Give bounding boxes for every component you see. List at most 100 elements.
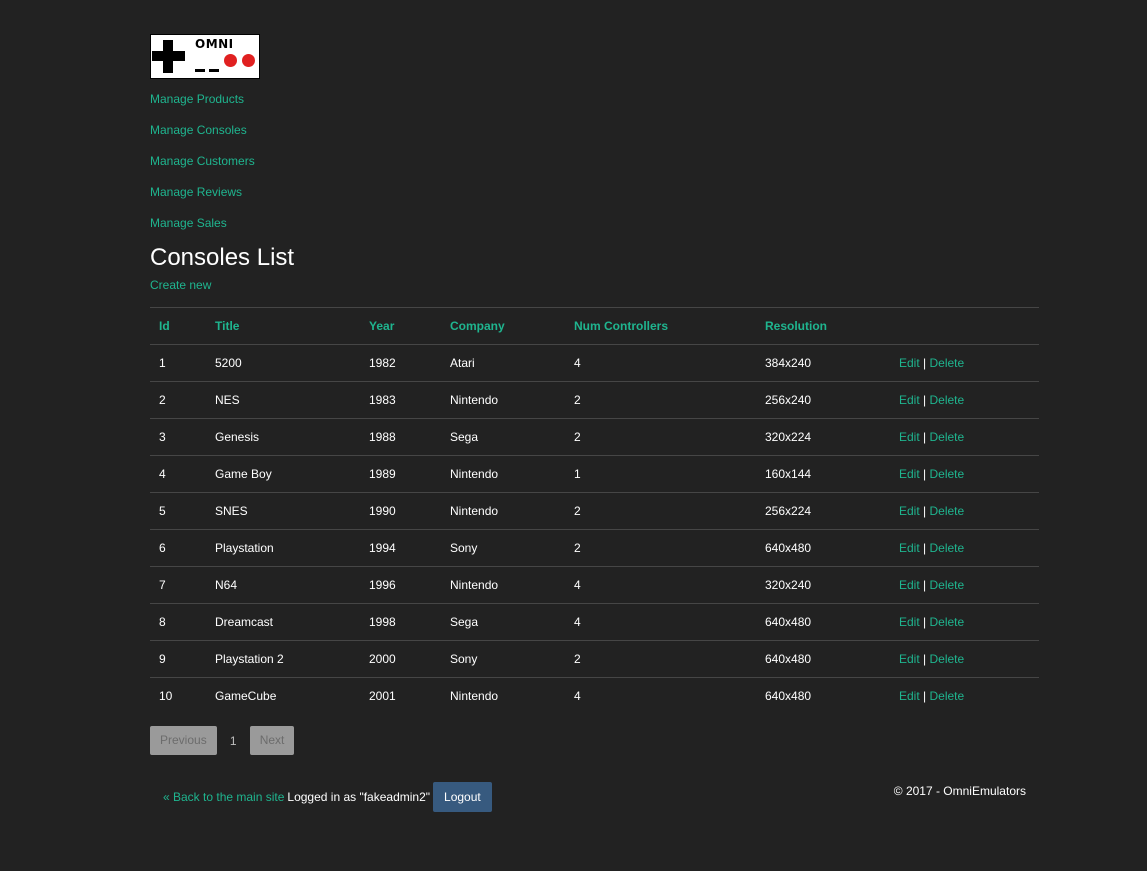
column-header-id[interactable]: Id [150,307,206,345]
cell-resolution: 160x144 [756,455,890,493]
cell-title: Playstation 2 [206,640,360,678]
cell-resolution: 256x224 [756,492,890,530]
cell-id: 6 [150,529,206,567]
edit-link[interactable]: Edit [899,393,920,407]
cell-actions: Edit | Delete [890,566,1039,604]
cell-title: Dreamcast [206,603,360,641]
cell-num-controllers: 2 [565,418,756,456]
logged-in-status: Logged in as "fakeadmin2" [287,790,431,804]
delete-link[interactable]: Delete [930,578,965,592]
nav-manage-reviews[interactable]: Manage Reviews [150,185,242,199]
table-row: 7 N64 1996 Nintendo 4 320x240 Edit | Delete [150,566,1039,604]
table-row: 9 Playstation 2 2000 Sony 2 640x480 Edit | Del… [150,640,1039,678]
table-row: 5 SNES 1990 Nintendo 2 256x224 Edit | Delete [150,492,1039,530]
delete-link[interactable]: Delete [930,430,965,444]
cell-title: GameCube [215,689,277,703]
cell-company: Nintendo [441,455,565,493]
delete-link[interactable]: Delete [930,541,965,555]
action-separator: | [923,356,927,370]
edit-link[interactable]: Edit [899,541,920,555]
cell-id: 4 [150,455,206,493]
action-separator: | [923,615,927,629]
cell-num-controllers: 2 [565,381,756,419]
nav-manage-consoles[interactable]: Manage Consoles [150,123,247,137]
omni-logo[interactable]: OMNI [150,34,260,79]
cell-id: 8 [150,603,206,641]
cell-actions: Edit | Delete [890,492,1039,530]
action-separator: | [923,689,927,703]
column-header-company[interactable]: Company [441,307,565,345]
cell-id: 7 [150,566,206,604]
cell-resolution: 640x480 [756,603,890,641]
cell-resolution: 320x240 [756,566,890,604]
cell-year: 2000 [360,640,441,678]
cell-company: Sega [441,418,565,456]
cell-actions: Edit | Delete [890,418,1039,456]
cell-id: 1 [150,344,206,382]
cell-actions: Edit | Delete [890,381,1039,419]
cell-id: 5 [150,492,206,530]
page-title: Consoles List [150,244,295,271]
cell-resolution: 256x240 [756,381,890,419]
cell-actions: Edit | Delete [890,640,1039,678]
nav-manage-sales[interactable]: Manage Sales [150,216,227,230]
edit-link[interactable]: Edit [899,467,920,481]
delete-link[interactable]: Delete [930,689,965,703]
delete-link[interactable]: Delete [930,393,965,407]
admin-nav: Manage Products Manage Consoles Manage C… [150,92,1039,230]
edit-link[interactable]: Edit [899,430,920,444]
delete-link[interactable]: Delete [930,652,965,666]
edit-link[interactable]: Edit [899,578,920,592]
logout-button[interactable]: Logout [433,782,492,812]
edit-link[interactable]: Edit [899,504,920,518]
table-body: 1 5200 1982 Atari 4 384x240 Edit | Delete 2 NES 1… [150,344,1039,715]
column-header-resolution[interactable]: Resolution [756,307,890,345]
column-header-num-controllers[interactable]: Num Controllers [565,307,756,345]
cell-year: 1994 [360,529,441,567]
table-row: 4 Game Boy 1989 Nintendo 1 160x144 Edit | Dele… [150,455,1039,493]
nav-manage-customers[interactable]: Manage Customers [150,154,255,168]
cell-num-controllers: 2 [565,529,756,567]
create-new-link[interactable]: Create new [150,278,211,292]
cell-company: Atari [441,344,565,382]
back-to-main-site-link[interactable]: « Back to the main site [163,790,284,804]
table-row: 8 Dreamcast 1998 Sega 4 640x480 Edit | Delete [150,603,1039,641]
edit-link[interactable]: Edit [899,689,920,703]
delete-link[interactable]: Delete [930,467,965,481]
action-separator: | [923,541,927,555]
table-row: 3 Genesis 1988 Sega 2 320x224 Edit | Delete [150,418,1039,456]
action-separator: | [923,504,927,518]
cell-actions: Edit | Delete [890,678,1039,715]
cell-company: Sony [441,640,565,678]
start-button-icon [209,69,219,72]
cell-num-controllers: 4 [565,566,756,604]
edit-link[interactable]: Edit [899,652,920,666]
footer: « Back to the main site Logged in as "fa… [150,782,1039,812]
delete-link[interactable]: Delete [930,504,965,518]
cell-resolution: 384x240 [756,344,890,382]
cell-company: Nintendo [441,492,565,530]
cell-num-controllers: 1 [565,455,756,493]
dpad-icon-horizontal [152,51,185,61]
cell-title: Game Boy [206,455,360,493]
edit-link[interactable]: Edit [899,615,920,629]
delete-link[interactable]: Delete [930,356,965,370]
cell-year: 1988 [360,418,441,456]
logo-text: OMNI [195,37,234,51]
cell-company: Nintendo [450,689,499,703]
previous-page-button[interactable]: Previous [150,726,217,755]
cell-year: 1998 [360,603,441,641]
next-page-button[interactable]: Next [249,726,295,755]
table-row: 10 GameCube 2001 Nintendo 4 640x480 Edit | Del… [150,678,1039,715]
cell-actions: Edit | Delete [890,455,1039,493]
consoles-table: Id Title Year Company Num Controllers Re… [150,307,1039,714]
column-header-year[interactable]: Year [360,307,441,345]
column-header-title[interactable]: Title [206,307,360,345]
cell-actions: Edit | Delete [890,529,1039,567]
nav-manage-products[interactable]: Manage Products [150,92,244,106]
cell-title: SNES [206,492,360,530]
edit-link[interactable]: Edit [899,356,920,370]
pagination: Previous 1 Next [150,726,1039,755]
cell-num-controllers: 4 [574,689,581,703]
delete-link[interactable]: Delete [930,615,965,629]
